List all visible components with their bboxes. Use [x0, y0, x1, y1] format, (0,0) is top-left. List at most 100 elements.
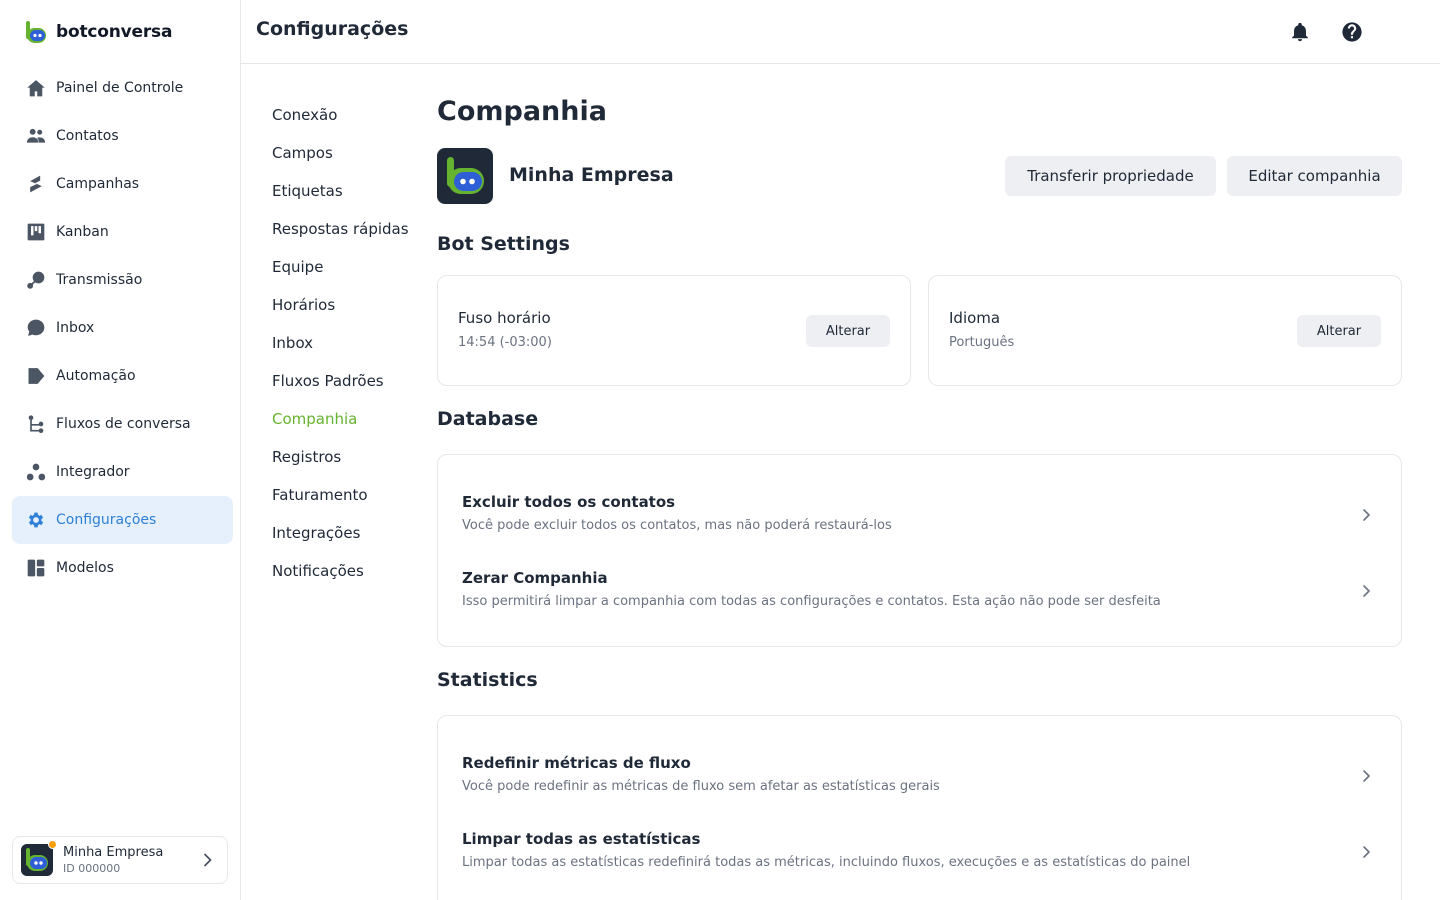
statistics-title: Statistics	[437, 669, 538, 691]
company-logo	[437, 148, 493, 204]
sidebar-item-campanhas[interactable]: Campanhas	[12, 160, 233, 208]
timezone-card: Fuso horário 14:54 (-03:00) Alterar	[437, 275, 911, 386]
help-button[interactable]	[1340, 20, 1364, 44]
settings-submenu: Conexão Campos Etiquetas Respostas rápid…	[272, 96, 409, 590]
automation-icon	[25, 365, 47, 387]
sidebar-item-label: Automação	[56, 368, 136, 384]
bell-icon	[1292, 22, 1308, 42]
sidebar-item-configuracoes[interactable]: Configurações	[12, 496, 233, 544]
page-title: Companhia	[437, 96, 607, 127]
submenu-item-horarios[interactable]: Horários	[272, 286, 409, 324]
reset-company-row[interactable]: Zerar Companhia Isso permitirá limpar a …	[438, 569, 1401, 645]
home-icon	[25, 77, 47, 99]
sidebar-item-modelos[interactable]: Modelos	[12, 544, 233, 592]
sidebar-item-label: Modelos	[56, 560, 114, 576]
status-dot	[48, 840, 57, 849]
database-card: Excluir todos os contatos Você pode excl…	[437, 454, 1402, 647]
chevron-right-icon	[1363, 585, 1370, 597]
account-id: ID 000000	[63, 862, 121, 875]
botconversa-logo-icon	[24, 20, 48, 44]
row-description: Você pode redefinir as métricas de fluxo…	[462, 779, 940, 794]
submenu-item-conexao[interactable]: Conexão	[272, 96, 409, 134]
sidebar-item-inbox[interactable]: Inbox	[12, 304, 233, 352]
top-header: Configurações	[241, 0, 1440, 64]
chevron-right-icon	[1363, 509, 1370, 521]
submenu-item-companhia[interactable]: Companhia	[272, 400, 409, 438]
sidebar-item-label: Painel de Controle	[56, 80, 184, 96]
sidebar-item-label: Integrador	[56, 464, 130, 480]
timezone-label: Fuso horário	[458, 309, 551, 327]
row-title: Redefinir métricas de fluxo	[462, 754, 691, 772]
kanban-icon	[25, 221, 47, 243]
submenu-item-etiquetas[interactable]: Etiquetas	[272, 172, 409, 210]
bot-settings-title: Bot Settings	[437, 233, 570, 255]
sidebar-nav: Painel de Controle Contatos Campanhas Ka…	[12, 64, 233, 592]
delete-contacts-row[interactable]: Excluir todos os contatos Você pode excl…	[438, 493, 1401, 569]
change-timezone-button[interactable]: Alterar	[806, 315, 890, 347]
flow-icon	[25, 413, 47, 435]
chat-icon	[25, 317, 47, 339]
row-title: Limpar todas as estatísticas	[462, 830, 701, 848]
broadcast-icon	[25, 269, 47, 291]
submenu-item-notificacoes[interactable]: Notificações	[272, 552, 409, 590]
clear-statistics-row[interactable]: Limpar todas as estatísticas Limpar toda…	[438, 830, 1401, 900]
submenu-item-faturamento[interactable]: Faturamento	[272, 476, 409, 514]
brand[interactable]: botconversa	[24, 20, 172, 44]
company-name: Minha Empresa	[509, 164, 674, 186]
sidebar-item-transmissao[interactable]: Transmissão	[12, 256, 233, 304]
row-description: Isso permitirá limpar a companhia com to…	[462, 594, 1161, 609]
sidebar-item-kanban[interactable]: Kanban	[12, 208, 233, 256]
campaigns-icon	[25, 173, 47, 195]
sidebar-item-fluxos-de-conversa[interactable]: Fluxos de conversa	[12, 400, 233, 448]
chevron-right-icon	[204, 853, 212, 867]
gear-icon	[25, 509, 47, 531]
sidebar: botconversa Painel de Controle Contatos …	[0, 0, 241, 900]
company-logo-icon	[26, 848, 48, 871]
sidebar-item-label: Campanhas	[56, 176, 140, 192]
help-icon	[1342, 22, 1362, 42]
account-name: Minha Empresa	[63, 845, 164, 860]
database-title: Database	[437, 408, 539, 430]
row-description: Limpar todas as estatísticas redefinirá …	[462, 855, 1191, 870]
templates-icon	[25, 557, 47, 579]
sidebar-item-automacao[interactable]: Automação	[12, 352, 233, 400]
submenu-item-inbox[interactable]: Inbox	[272, 324, 409, 362]
statistics-card: Redefinir métricas de fluxo Você pode re…	[437, 715, 1402, 900]
sidebar-item-label: Inbox	[56, 320, 95, 336]
submenu-item-campos[interactable]: Campos	[272, 134, 409, 172]
page-header-title: Configurações	[256, 18, 409, 40]
submenu-item-fluxos-padroes[interactable]: Fluxos Padrões	[272, 362, 409, 400]
account-switcher[interactable]: Minha Empresa ID 000000	[12, 836, 228, 884]
submenu-item-respostas-rapidas[interactable]: Respostas rápidas	[272, 210, 409, 248]
sidebar-item-label: Configurações	[56, 512, 157, 528]
change-language-button[interactable]: Alterar	[1297, 315, 1381, 347]
chevron-right-icon	[1363, 846, 1370, 858]
sidebar-item-label: Kanban	[56, 224, 109, 240]
notifications-button[interactable]	[1288, 20, 1312, 44]
edit-company-button[interactable]: Editar companhia	[1227, 156, 1402, 196]
company-avatar	[21, 840, 57, 876]
row-description: Você pode excluir todos os contatos, mas…	[462, 518, 892, 533]
sidebar-item-integrador[interactable]: Integrador	[12, 448, 233, 496]
company-logo-icon	[447, 157, 484, 194]
sidebar-item-label: Transmissão	[56, 272, 143, 288]
language-card: Idioma Português Alterar	[928, 275, 1402, 386]
sidebar-item-contatos[interactable]: Contatos	[12, 112, 233, 160]
submenu-item-integracoes[interactable]: Integrações	[272, 514, 409, 552]
reset-flow-metrics-row[interactable]: Redefinir métricas de fluxo Você pode re…	[438, 754, 1401, 830]
row-title: Zerar Companhia	[462, 569, 608, 587]
sidebar-item-painel-de-controle[interactable]: Painel de Controle	[12, 64, 233, 112]
brand-name: botconversa	[56, 22, 173, 42]
row-title: Excluir todos os contatos	[462, 493, 676, 511]
sidebar-item-label: Fluxos de conversa	[56, 416, 191, 432]
submenu-item-equipe[interactable]: Equipe	[272, 248, 409, 286]
integrator-icon	[25, 461, 47, 483]
contacts-icon	[25, 125, 47, 147]
language-label: Idioma	[949, 309, 1001, 327]
timezone-value: 14:54 (-03:00)	[458, 335, 552, 350]
chevron-right-icon	[1363, 770, 1370, 782]
sidebar-item-label: Contatos	[56, 128, 119, 144]
transfer-ownership-button[interactable]: Transferir propriedade	[1005, 156, 1216, 196]
submenu-item-registros[interactable]: Registros	[272, 438, 409, 476]
language-value: Português	[949, 335, 1015, 350]
